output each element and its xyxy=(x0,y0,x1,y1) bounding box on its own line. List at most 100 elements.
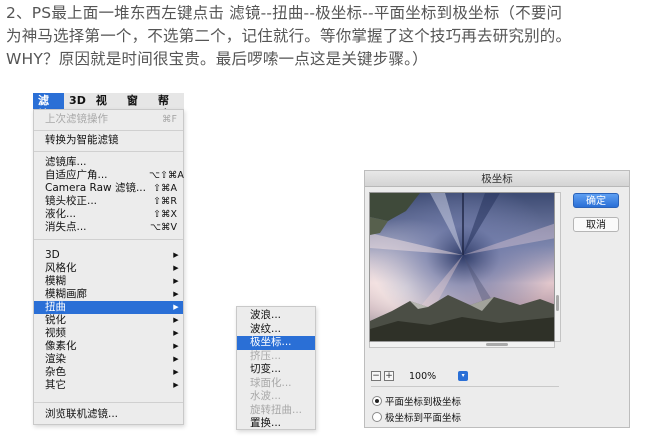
menu-item-video[interactable]: 视频 ▶ xyxy=(34,327,183,340)
zoom-level: 100% xyxy=(409,370,437,382)
menu-item-camera-raw[interactable]: Camera Raw 滤镜... ⇧⌘A xyxy=(34,182,183,195)
submenu-arrow-icon: ▶ xyxy=(173,290,179,298)
menu-item-stylize[interactable]: 风格化 ▶ xyxy=(34,262,183,275)
option-label: 极坐标到平面坐标 xyxy=(385,413,462,424)
menu-item-label: 转换为智能滤镜 xyxy=(45,134,119,146)
menu-item-label: 自适应广角... xyxy=(45,169,108,181)
instruction-text: 2、PS最上面一堆东西左键点击 滤镜--扭曲--极坐标--平面坐标到极坐标（不要… xyxy=(6,2,646,71)
submenu-item-shear[interactable]: 切变... xyxy=(237,363,315,377)
polar-coordinates-dialog: 极坐标 − + 100% ▾ 平面坐标到极坐标 极坐标到平面坐标 确定 取消 xyxy=(364,170,630,428)
menu-item-noise[interactable]: 杂色 ▶ xyxy=(34,366,183,379)
dialog-divider xyxy=(371,386,559,387)
menu-item-browse-online-filters[interactable]: 浏览联机滤镜... xyxy=(34,408,183,421)
ok-button[interactable]: 确定 xyxy=(573,193,619,208)
menu-item-label: 模糊 xyxy=(45,275,66,287)
menu-item-other[interactable]: 其它 ▶ xyxy=(34,379,183,392)
submenu-item-polar-coordinates[interactable]: 极坐标... xyxy=(237,336,315,350)
submenu-arrow-icon: ▶ xyxy=(173,251,179,259)
menu-item-blur[interactable]: 模糊 ▶ xyxy=(34,275,183,288)
preview-image[interactable] xyxy=(369,192,555,342)
submenu-item-ripple[interactable]: 波纹... xyxy=(237,323,315,337)
option-label: 平面坐标到极坐标 xyxy=(385,397,462,408)
instruction-line-3: WHY？原因就是时间很宝贵。最后啰嗦一点这是关键步骤。） xyxy=(6,50,428,68)
submenu-arrow-icon: ▶ xyxy=(173,342,179,350)
submenu-arrow-icon: ▶ xyxy=(173,264,179,272)
menu-item-pixelate[interactable]: 像素化 ▶ xyxy=(34,340,183,353)
menu-item-label: 锐化 xyxy=(45,314,66,326)
menu-item-label: 模糊画廊 xyxy=(45,288,87,300)
instruction-line-1: 2、PS最上面一堆东西左键点击 滤镜--扭曲--极坐标--平面坐标到极坐标（不要… xyxy=(6,4,563,22)
menu-item-label: 其它 xyxy=(45,379,66,391)
menu-item-label: 消失点... xyxy=(45,221,87,233)
menu-bar: 滤镜 3D 视图 窗口 帮助 xyxy=(33,93,184,121)
menubar-filter[interactable]: 滤镜 xyxy=(33,93,65,121)
submenu-arrow-icon: ▶ xyxy=(173,303,179,311)
distort-submenu: 波浪... 波纹... 极坐标... 挤压... 切变... 球面化... 水波… xyxy=(236,306,316,430)
menu-item-shortcut: ⇧⌘R xyxy=(152,196,177,207)
menu-item-sharpen[interactable]: 锐化 ▶ xyxy=(34,314,183,327)
menu-item-label: 风格化 xyxy=(45,262,77,274)
menubar-3d[interactable]: 3D xyxy=(64,93,91,109)
submenu-arrow-icon: ▶ xyxy=(173,277,179,285)
submenu-item-wave[interactable]: 波浪... xyxy=(237,309,315,323)
menubar-window[interactable]: 窗口 xyxy=(122,93,153,121)
cancel-button[interactable]: 取消 xyxy=(573,217,619,232)
menu-item-label: 液化... xyxy=(45,208,77,220)
radio-selected-icon[interactable] xyxy=(372,396,382,406)
zoom-in-icon[interactable]: + xyxy=(384,371,394,381)
menu-item-label: 渲染 xyxy=(45,353,66,365)
menu-item-last-filter[interactable]: 上次滤镜操作 ⌘F xyxy=(34,113,183,126)
menu-item-label: 扭曲 xyxy=(45,301,66,313)
submenu-item-displace[interactable]: 置换... xyxy=(237,417,315,431)
zoom-dropdown-icon[interactable]: ▾ xyxy=(458,371,469,381)
option-polar-to-rect[interactable]: 极坐标到平面坐标 xyxy=(372,410,461,424)
menu-item-vanishing-point[interactable]: 消失点... ⌥⌘V xyxy=(34,221,183,234)
menubar-help[interactable]: 帮助 xyxy=(153,93,184,121)
preview-vertical-scrollbar[interactable] xyxy=(555,192,561,342)
menu-item-label: 视频 xyxy=(45,327,66,339)
menu-item-lens-correction[interactable]: 镜头校正... ⇧⌘R xyxy=(34,195,183,208)
menu-item-distort[interactable]: 扭曲 ▶ xyxy=(34,301,183,314)
menu-item-shortcut: ⌥⌘V xyxy=(150,222,177,233)
menu-divider xyxy=(34,151,183,152)
menu-item-3d[interactable]: 3D ▶ xyxy=(34,249,183,262)
menu-item-filter-gallery[interactable]: 滤镜库... xyxy=(34,156,183,169)
scrollbar-thumb[interactable] xyxy=(486,343,508,346)
menu-item-label: 3D xyxy=(45,249,60,261)
scrollbar-thumb[interactable] xyxy=(556,295,559,311)
zoom-out-icon[interactable]: − xyxy=(371,371,381,381)
submenu-item-zigzag[interactable]: 水波... xyxy=(237,390,315,404)
menu-item-shortcut: ⇧⌘A xyxy=(153,183,177,194)
menu-item-label: 像素化 xyxy=(45,340,77,352)
menu-item-label: 浏览联机滤镜... xyxy=(45,408,119,420)
submenu-arrow-icon: ▶ xyxy=(173,368,179,376)
preview-horizontal-scrollbar[interactable] xyxy=(369,342,555,348)
radio-unselected-icon[interactable] xyxy=(372,412,382,422)
menu-item-label: 滤镜库... xyxy=(45,156,87,168)
menu-item-label: Camera Raw 滤镜... xyxy=(45,182,146,194)
menu-item-shortcut: ⇧⌘X xyxy=(153,209,177,220)
submenu-arrow-icon: ▶ xyxy=(173,329,179,337)
menu-item-label: 上次滤镜操作 xyxy=(45,113,108,125)
submenu-arrow-icon: ▶ xyxy=(173,355,179,363)
submenu-item-spherize[interactable]: 球面化... xyxy=(237,377,315,391)
submenu-arrow-icon: ▶ xyxy=(173,381,179,389)
menubar-view[interactable]: 视图 xyxy=(91,93,122,121)
menu-item-label: 杂色 xyxy=(45,366,66,378)
menu-item-label: 镜头校正... xyxy=(45,195,98,207)
menu-item-shortcut: ⌘F xyxy=(162,114,177,125)
instruction-line-2: 为神马选择第一个，不选第二个，记住就行。等你掌握了这个技巧再去研究别的。 xyxy=(6,27,572,45)
menu-item-blur-gallery[interactable]: 模糊画廊 ▶ xyxy=(34,288,183,301)
option-rect-to-polar[interactable]: 平面坐标到极坐标 xyxy=(372,394,461,408)
submenu-item-twirl[interactable]: 旋转扭曲... xyxy=(237,404,315,418)
menu-item-shortcut: ⌥⇧⌘A xyxy=(149,170,184,181)
menu-divider xyxy=(34,402,183,403)
menu-item-render[interactable]: 渲染 ▶ xyxy=(34,353,183,366)
zoom-controls: − + 100% ▾ xyxy=(371,370,469,382)
submenu-item-pinch[interactable]: 挤压... xyxy=(237,350,315,364)
menu-divider xyxy=(34,130,183,131)
menu-item-liquify[interactable]: 液化... ⇧⌘X xyxy=(34,208,183,221)
menu-item-adaptive-wide-angle[interactable]: 自适应广角... ⌥⇧⌘A xyxy=(34,169,184,182)
polar-preview-graphic xyxy=(370,193,554,341)
menu-item-convert-smart-filter[interactable]: 转换为智能滤镜 xyxy=(34,134,183,147)
